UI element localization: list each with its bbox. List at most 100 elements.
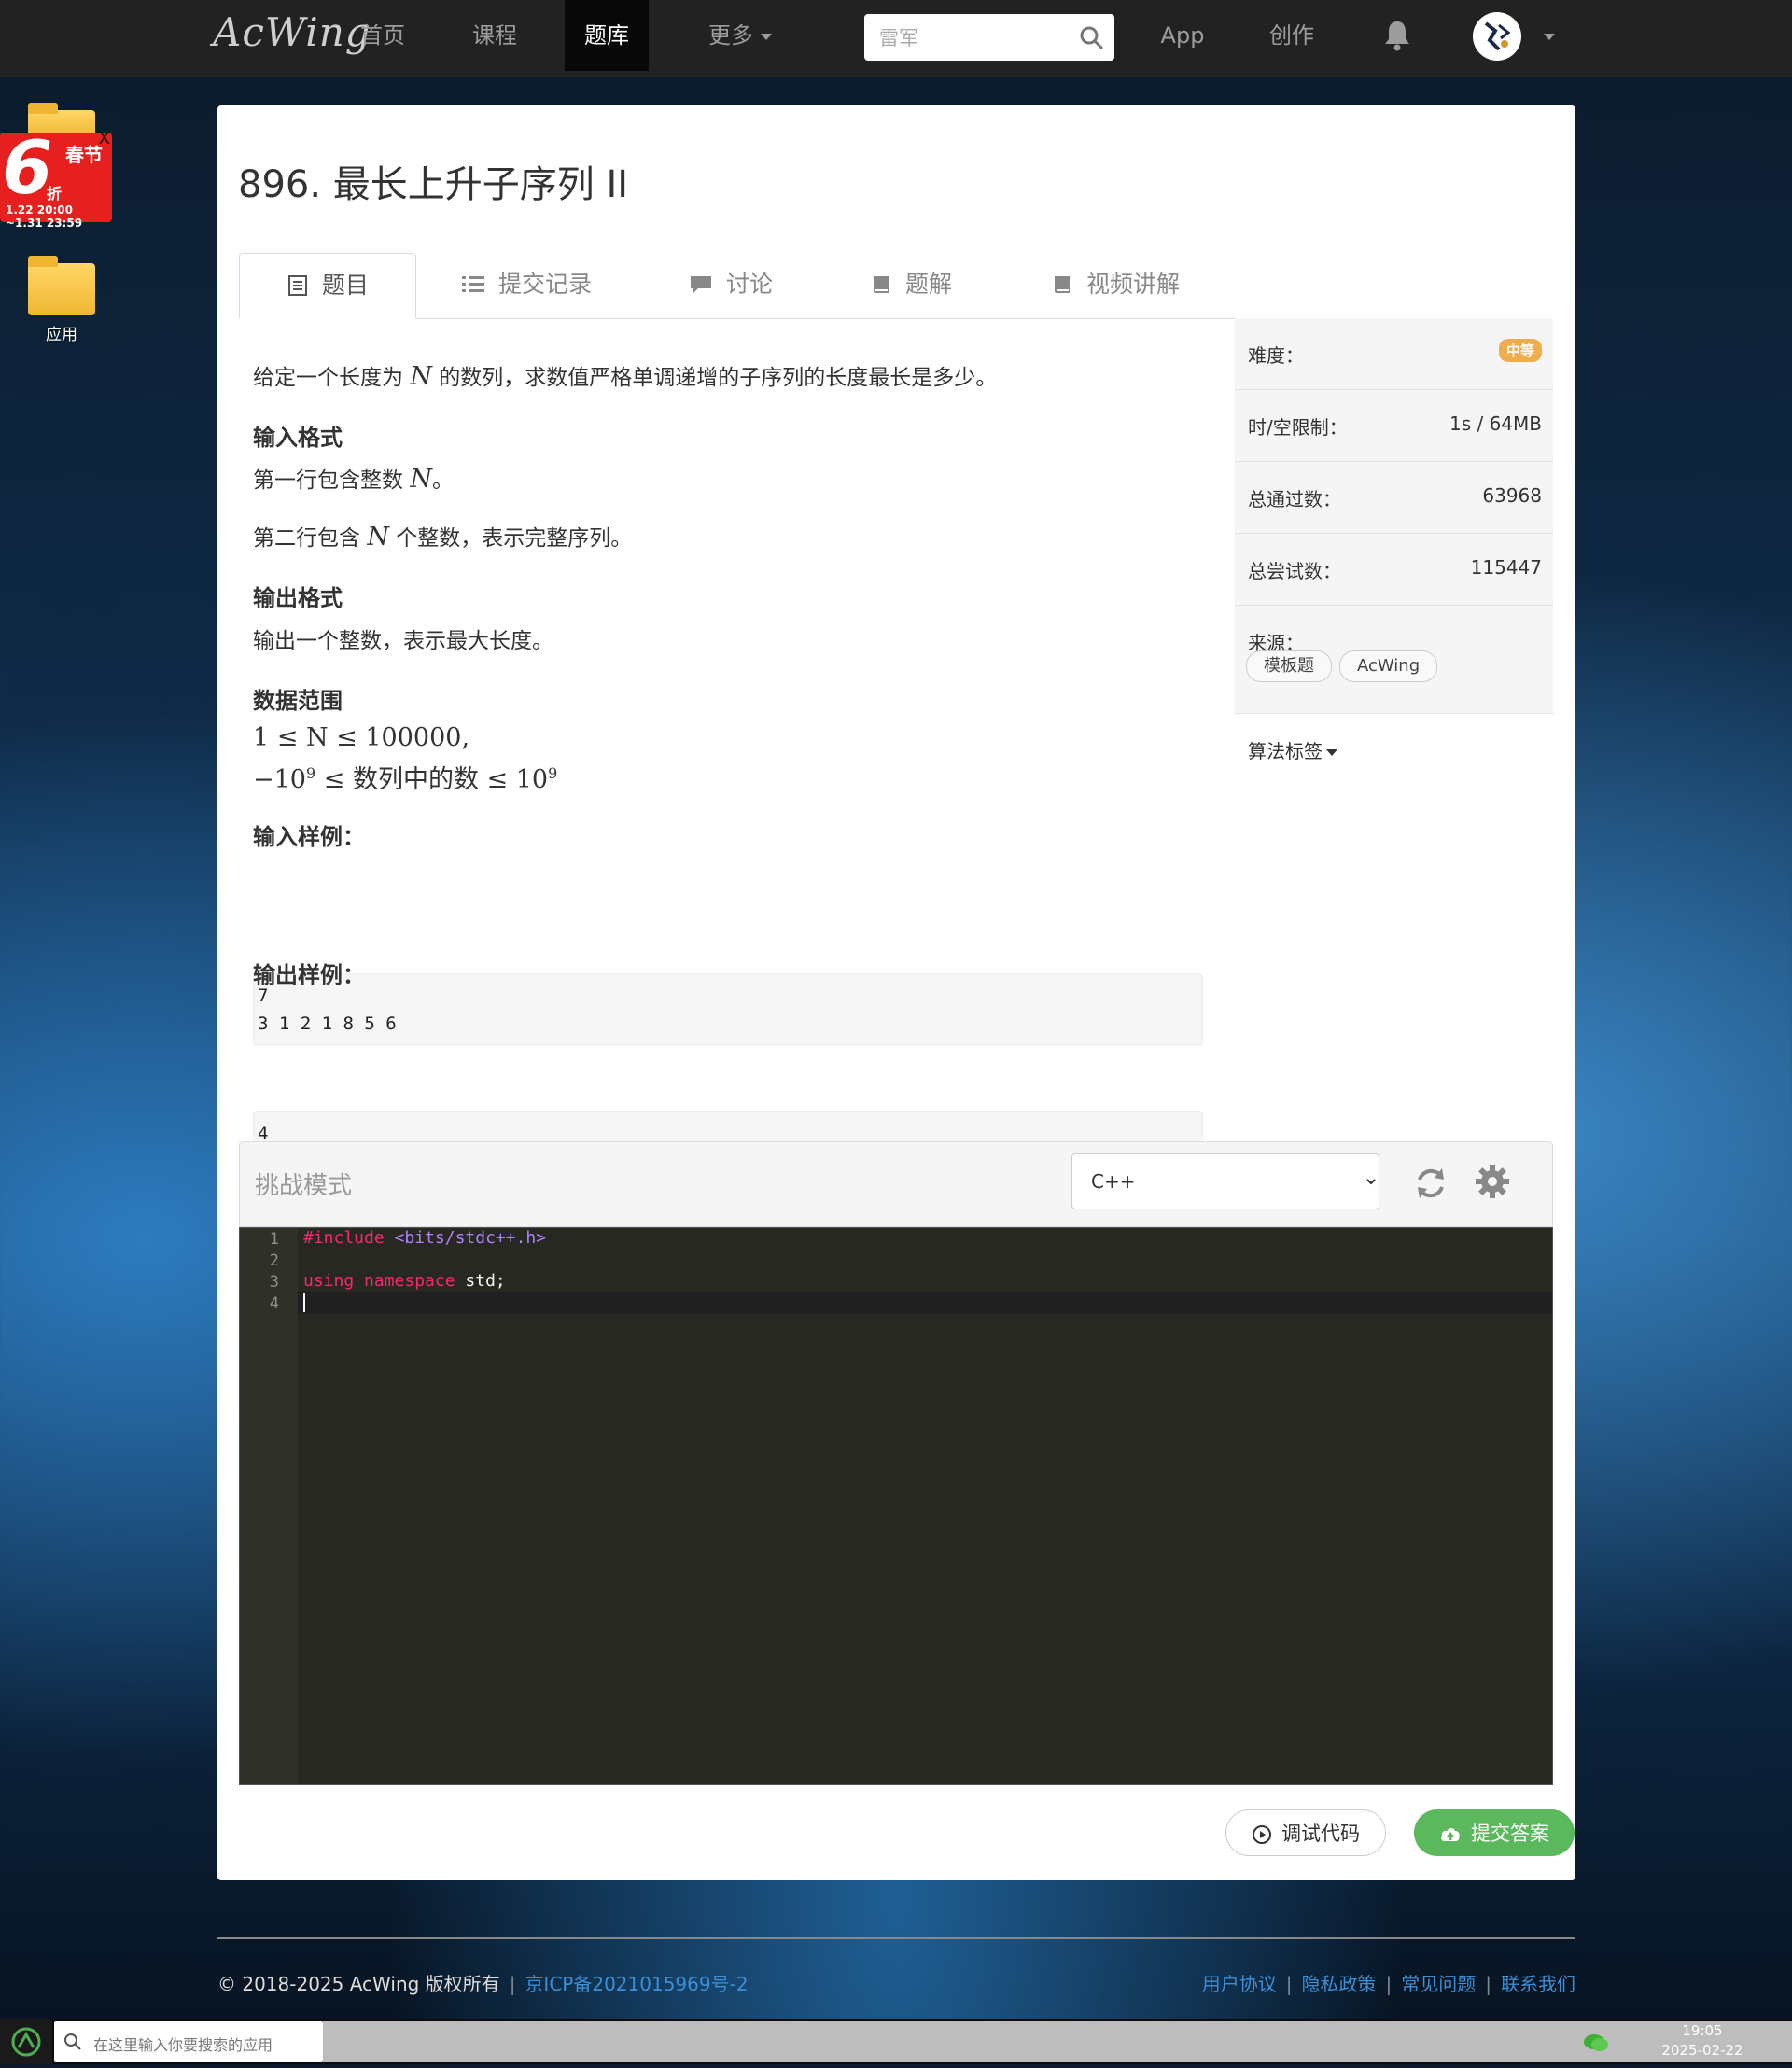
footer-link-agreement[interactable]: 用户协议 [1202,1973,1277,1995]
tab-problem-label: 题目 [321,272,369,299]
clock-time: 19:05 [1682,2022,1723,2039]
output-text: 输出一个整数，表示最大长度。 [253,629,553,653]
taskbar-tray-area [323,2021,1792,2062]
taskbar-search-placeholder: 在这里输入你要搜索的应用 [93,2036,273,2054]
gear-icon[interactable] [1474,1163,1511,1200]
tags-row[interactable]: 算法标签 [1235,714,1553,785]
active-line-highlight [240,1292,1552,1313]
taskbar-clock[interactable]: 19:05 2025-02-22 [1646,2021,1758,2061]
line-number: 1 [269,1230,279,1249]
footer-copyright: © 2018-2025 AcWing 版权所有 | 京ICP备2021015969号… [217,1973,749,1995]
promo-dates: 1.22 20:00 ~1.31 23:59 [6,203,83,230]
search-box [864,14,1114,63]
passed-row: 总通过数： 63968 [1235,462,1553,534]
editor-header: 挑战模式 C++ [239,1141,1553,1227]
problem-tabs: 题目 提交记录 讨论 题解 视频讲解 [239,253,1553,319]
input-line-2: 第二行包含 N 个整数，表示完整序列。 [253,523,633,552]
tab-solutions-label: 题解 [905,271,953,298]
nav-app[interactable]: App [1150,0,1215,71]
caret-down-icon [1326,749,1337,756]
passed-label: 总通过数： [1248,488,1341,510]
taskbar: 在这里输入你要搜索的应用 19:05 2025-02-22 [0,2019,1792,2064]
nav-more[interactable]: 更多 [686,0,794,71]
refresh-icon[interactable] [1414,1165,1448,1202]
tab-solutions[interactable]: 题解 [870,253,952,316]
output-format-heading: 输出格式 [253,585,343,611]
taskbar-search[interactable]: 在这里输入你要搜索的应用 [54,2021,323,2062]
sample-input-block: 7 3 1 2 1 8 5 6 [253,973,1203,1046]
promo-title: 春节 [65,144,103,166]
desktop-folder-icon[interactable] [28,256,95,315]
search-input[interactable] [877,14,1077,63]
line-number: 4 [269,1294,279,1313]
promo-number: 6 [2,127,53,211]
start-button[interactable] [0,2019,52,2064]
promo-close-icon[interactable]: X [99,129,110,148]
input-format-heading: 输入格式 [253,425,343,451]
caret-down-icon [761,33,772,40]
source-tag[interactable]: 模板题 [1246,650,1332,682]
tab-problem[interactable]: 题目 [239,253,416,319]
problem-title: 896. 最长上升子序列 II [238,163,629,206]
difficulty-label: 难度： [1248,344,1304,367]
avatar[interactable] [1473,12,1521,61]
search-icon[interactable] [1079,25,1103,49]
problem-description: 给定一个长度为 N 的数列，求数值严格单调递增的子序列的长度最长是多少。 [253,362,998,391]
problem-card: 896. 最长上升子序列 II 题目 提交记录 讨论 题解 视频讲解 给定一个长… [217,105,1575,1880]
tried-label: 总尝试数： [1248,560,1341,582]
code-line-3: using namespace std; [303,1271,506,1291]
text-cursor [303,1293,305,1312]
footer-link-faq[interactable]: 常见问题 [1401,1973,1476,1995]
sample-output-heading: 输出样例： [253,962,365,988]
range-heading: 数据范围 [253,688,343,714]
source-tag[interactable]: AcWing [1339,650,1438,682]
limit-label: 时/空限制： [1248,416,1348,439]
promo-discount: 折 [47,185,63,203]
challenge-mode-label[interactable]: 挑战模式 [255,1167,352,1201]
difficulty-row: 难度： 中等 [1235,318,1553,390]
editor-panel: 挑战模式 C++ 1 2 3 4 #include <bits/stdc++.h… [239,1141,1575,1888]
list-icon [462,276,484,292]
avatar-caret-icon[interactable] [1544,34,1555,40]
submit-button[interactable]: 提交答案 [1414,1810,1575,1856]
code-line-1: #include <bits/stdc++.h> [303,1228,547,1248]
tried-value: 115447 [1470,556,1542,579]
comment-icon [691,276,711,293]
book-icon [874,276,889,293]
nav-courses[interactable]: 课程 [450,0,539,71]
wechat-icon[interactable] [1583,2033,1609,2053]
language-select[interactable]: C++ [1071,1153,1379,1209]
footer-divider [217,1937,1575,1939]
problem-info-panel: 难度： 中等 时/空限制： 1s / 64MB 总通过数： 63968 总尝试数… [1235,318,1553,785]
tab-submissions[interactable]: 提交记录 [461,253,592,316]
cloud-upload-icon [1441,1828,1460,1841]
tab-video-label: 视频讲解 [1086,271,1181,298]
desktop-folder-label: 应用 [46,326,77,344]
code-editor[interactable]: 1 2 3 4 #include <bits/stdc++.h> using n… [239,1227,1553,1785]
limit-row: 时/空限制： 1s / 64MB [1235,390,1553,462]
nav-create[interactable]: 创作 [1256,0,1327,71]
document-icon [287,275,307,296]
book-icon [1055,276,1070,293]
play-circle-icon [1253,1825,1271,1844]
line-number: 3 [269,1273,279,1292]
tab-video[interactable]: 视频讲解 [1051,253,1180,316]
nav-home[interactable]: 首页 [338,0,427,71]
footer-links: 用户协议 | 隐私政策 | 常见问题 | 联系我们 [1201,1973,1575,1995]
top-navbar: AcWing 首页 课程 题库 更多 App 创作 [0,0,1792,77]
line-number: 2 [269,1251,279,1270]
range-line-1: 1 ≤ N ≤ 100000, [253,723,470,752]
nav-problems[interactable]: 题库 [565,0,649,71]
tags-label[interactable]: 算法标签 [1248,736,1337,763]
footer-link-contact[interactable]: 联系我们 [1501,1973,1575,1995]
bell-icon[interactable] [1381,19,1413,52]
debug-button[interactable]: 调试代码 [1225,1810,1386,1856]
start-logo-icon [11,2027,41,2057]
sample-input-heading: 输入样例： [253,824,365,850]
input-line-1: 第一行包含整数 N。 [253,465,454,494]
tried-row: 总尝试数： 115447 [1235,534,1553,606]
tab-discussion[interactable]: 讨论 [689,253,773,316]
icp-link[interactable]: 京ICP备2021015969号-2 [525,1973,748,1995]
desktop-promo-icon[interactable]: 6 春节 折 1.22 20:00 ~1.31 23:59 X [0,127,112,230]
footer-link-privacy[interactable]: 隐私政策 [1302,1973,1377,1995]
